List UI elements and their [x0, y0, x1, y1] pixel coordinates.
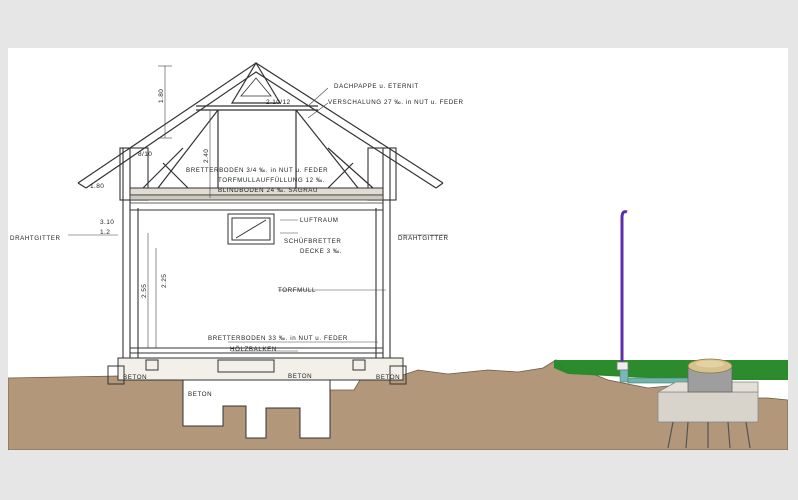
- label-floor-beams: HÖLZBALKEN: [230, 346, 277, 353]
- label-wire-right: DRAHTGITTER: [398, 235, 449, 242]
- dim-detail-b: 1.2: [100, 229, 110, 236]
- dim-upper-height: 2.40: [203, 149, 210, 163]
- vent-pipe: [616, 210, 629, 383]
- dimension-lines: [68, 65, 448, 352]
- window: [227, 213, 275, 245]
- label-plank-boards: SCHÜFBRETTER: [284, 238, 341, 245]
- label-concrete-4: BETON: [376, 374, 400, 381]
- label-peat-fill: TORFMULLAUFFÜLLUNG 12 ‰.: [218, 177, 325, 184]
- label-plank-boards-sub: DECKE 3 ‰.: [300, 248, 342, 255]
- label-blind-floor: BLINDBODEN 24 ‰. SAGRAU: [218, 187, 318, 194]
- label-air-space: LUFTRAUM: [300, 217, 339, 224]
- figure-stage: DACHPAPPE u. ETERNIT VERSCHALUNG 27 ‰. i…: [0, 0, 798, 500]
- dim-detail-c: 8/10: [138, 151, 152, 158]
- label-peat-wall: TORFMULL: [278, 287, 316, 294]
- label-floor-boards: BRETTERBODEN 33 ‰. in NUT u. FEDER: [208, 335, 348, 342]
- label-concrete-3: BETON: [288, 373, 312, 380]
- label-roof-top: DACHPAPPE u. ETERNIT: [334, 83, 419, 90]
- figure-panel: DACHPAPPE u. ETERNIT VERSCHALUNG 27 ‰. i…: [7, 48, 789, 451]
- label-concrete-1: BETON: [123, 374, 147, 381]
- floor: [107, 347, 407, 385]
- dim-wall-height: 2.55: [141, 284, 148, 298]
- dim-eave-left: 1.80: [90, 183, 104, 190]
- dim-roof-height: 1.80: [158, 89, 165, 103]
- dim-detail-a: 3.10: [100, 219, 114, 226]
- label-concrete-2: BETON: [188, 391, 212, 398]
- label-ceiling-boards: BRETTERBODEN 3/4 ‰. in NUT u. FEDER: [186, 167, 328, 174]
- dim-inner-height: 2.25: [161, 274, 168, 288]
- label-roof-boarding: VERSCHALUNG 27 ‰. in NUT u. FEDER: [328, 99, 464, 106]
- house-section-drawing: DACHPAPPE u. ETERNIT VERSCHALUNG 27 ‰. i…: [7, 61, 789, 451]
- dim-rafter-note: 2.10/12: [266, 99, 291, 106]
- label-wire-left: DRAHTGITTER: [10, 235, 61, 242]
